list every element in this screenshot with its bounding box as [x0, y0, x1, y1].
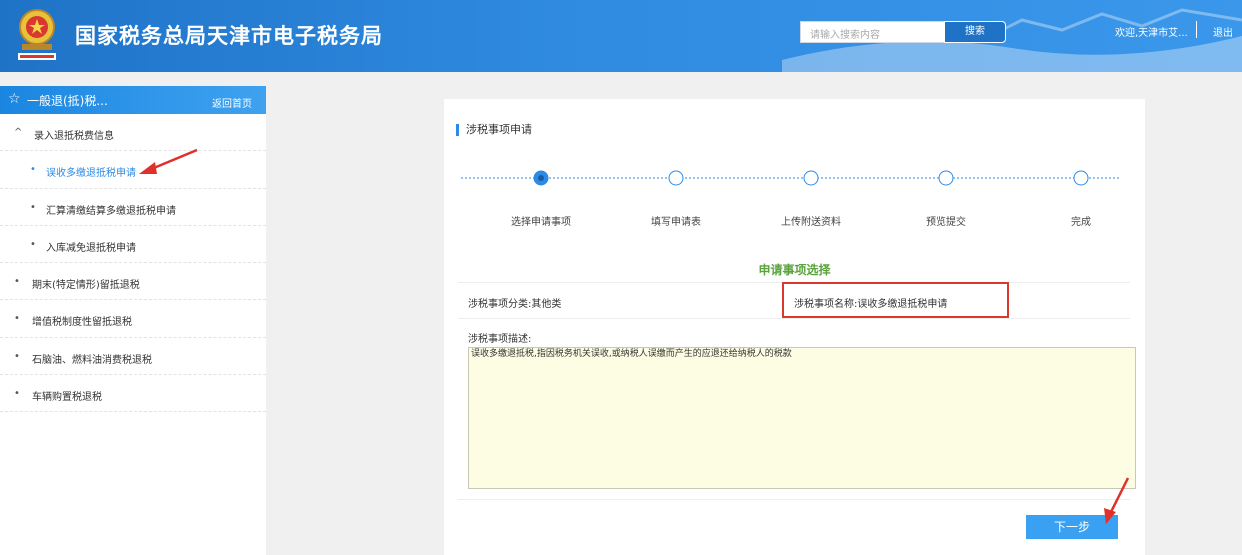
sidebar-item-mistaken-overpay[interactable]: • 误收多缴退抵税申请: [0, 151, 266, 189]
choice-title: 申请事项选择: [758, 263, 831, 277]
step-label-4: 预览提交: [926, 217, 966, 228]
sidebar-item-period-end-retained[interactable]: • 期末(特定情形)留抵退税: [0, 263, 266, 301]
welcome-user[interactable]: 欢迎,天津市艾...: [1115, 24, 1188, 39]
item-category: 涉税事项分类:其他类: [468, 299, 562, 310]
logout-link[interactable]: 退出: [1213, 24, 1233, 39]
search-input[interactable]: 请输入搜索内容: [800, 21, 945, 43]
star-icon: ☆: [8, 91, 21, 107]
sidebar-item-entry-info[interactable]: ^ 录入退抵税费信息: [0, 114, 266, 152]
sidebar-item-label: 期末(特定情形)留抵退税: [32, 280, 140, 292]
sidebar-item-label: 汇算清缴结算多缴退抵税申请: [46, 205, 176, 217]
header-divider: [1196, 21, 1197, 38]
header: 国家税务总局天津市电子税务局 请输入搜索内容 搜索 欢迎,天津市艾... 退出: [0, 0, 1242, 72]
sidebar-item-label: 增值税制度性留抵退税: [32, 317, 132, 329]
next-step-button[interactable]: 下一步: [1026, 515, 1118, 539]
step-node-3: [803, 170, 819, 186]
sidebar-item-label: 录入退抵税费信息: [34, 131, 114, 142]
bullet-icon: •: [14, 313, 20, 325]
step-node-2: [668, 170, 684, 186]
highlight-box: [782, 282, 1009, 318]
sidebar-item-vehicle-purchase[interactable]: • 车辆购置税退税: [0, 375, 266, 413]
sidebar-item-label: 入库减免退抵税申请: [46, 242, 136, 254]
bullet-icon: •: [14, 350, 20, 362]
sidebar-item-label: 车辆购置税退税: [32, 392, 102, 404]
divider: [458, 499, 1130, 500]
return-home-link[interactable]: 返回首页: [212, 95, 252, 110]
bullet-icon: •: [14, 276, 20, 288]
chevron-up-icon: ^: [14, 127, 23, 138]
step-label-5: 完成: [1071, 217, 1091, 228]
sidebar-item-fuel-consumption[interactable]: • 石脑油、燃料油消费税退税: [0, 338, 266, 376]
sidebar-item-reduction-refund[interactable]: • 入库减免退抵税申请: [0, 226, 266, 264]
step-label-2: 填写申请表: [651, 217, 701, 228]
sidebar-title: 一般退(抵)税...: [27, 94, 108, 108]
sidebar-item-settlement-overpay[interactable]: • 汇算清缴结算多缴退抵税申请: [0, 189, 266, 226]
step-node-5: [1073, 170, 1089, 186]
divider: [458, 318, 1130, 319]
bullet-icon: •: [30, 164, 36, 176]
tax-emblem-icon: [18, 9, 56, 60]
sidebar-item-label: 石脑油、燃料油消费税退税: [32, 354, 152, 366]
bullet-icon: •: [14, 388, 20, 400]
step-node-4: [938, 170, 954, 186]
main-panel: 涉税事项申请 选择申请事项 填写申请表 上传附送资料 预览提交 完成 申请事项选…: [444, 99, 1145, 555]
section-title: 涉税事项申请: [456, 124, 532, 136]
step-label-1: 选择申请事项: [511, 217, 571, 228]
sidebar: ☆ 一般退(抵)税... 返回首页 ^ 录入退抵税费信息 • 误收多缴退抵税申请…: [0, 86, 266, 555]
search-button[interactable]: 搜索: [944, 21, 1006, 43]
description-label: 涉税事项描述:: [468, 334, 532, 345]
bullet-icon: •: [30, 238, 36, 250]
sidebar-item-vat-retained[interactable]: • 增值税制度性留抵退税: [0, 300, 266, 338]
description-textarea[interactable]: 误收多缴退抵税,指因税务机关误收,或纳税人误缴而产生的应退还给纳税人的税款: [468, 347, 1136, 489]
site-title: 国家税务总局天津市电子税务局: [75, 24, 383, 48]
sidebar-item-label: 误收多缴退抵税申请: [46, 168, 136, 180]
steps-track: [461, 170, 1119, 186]
bullet-icon: •: [30, 201, 36, 213]
sidebar-header: ☆ 一般退(抵)税... 返回首页: [0, 86, 266, 114]
progress-steps: [461, 167, 1119, 191]
step-label-3: 上传附送资料: [781, 217, 841, 228]
